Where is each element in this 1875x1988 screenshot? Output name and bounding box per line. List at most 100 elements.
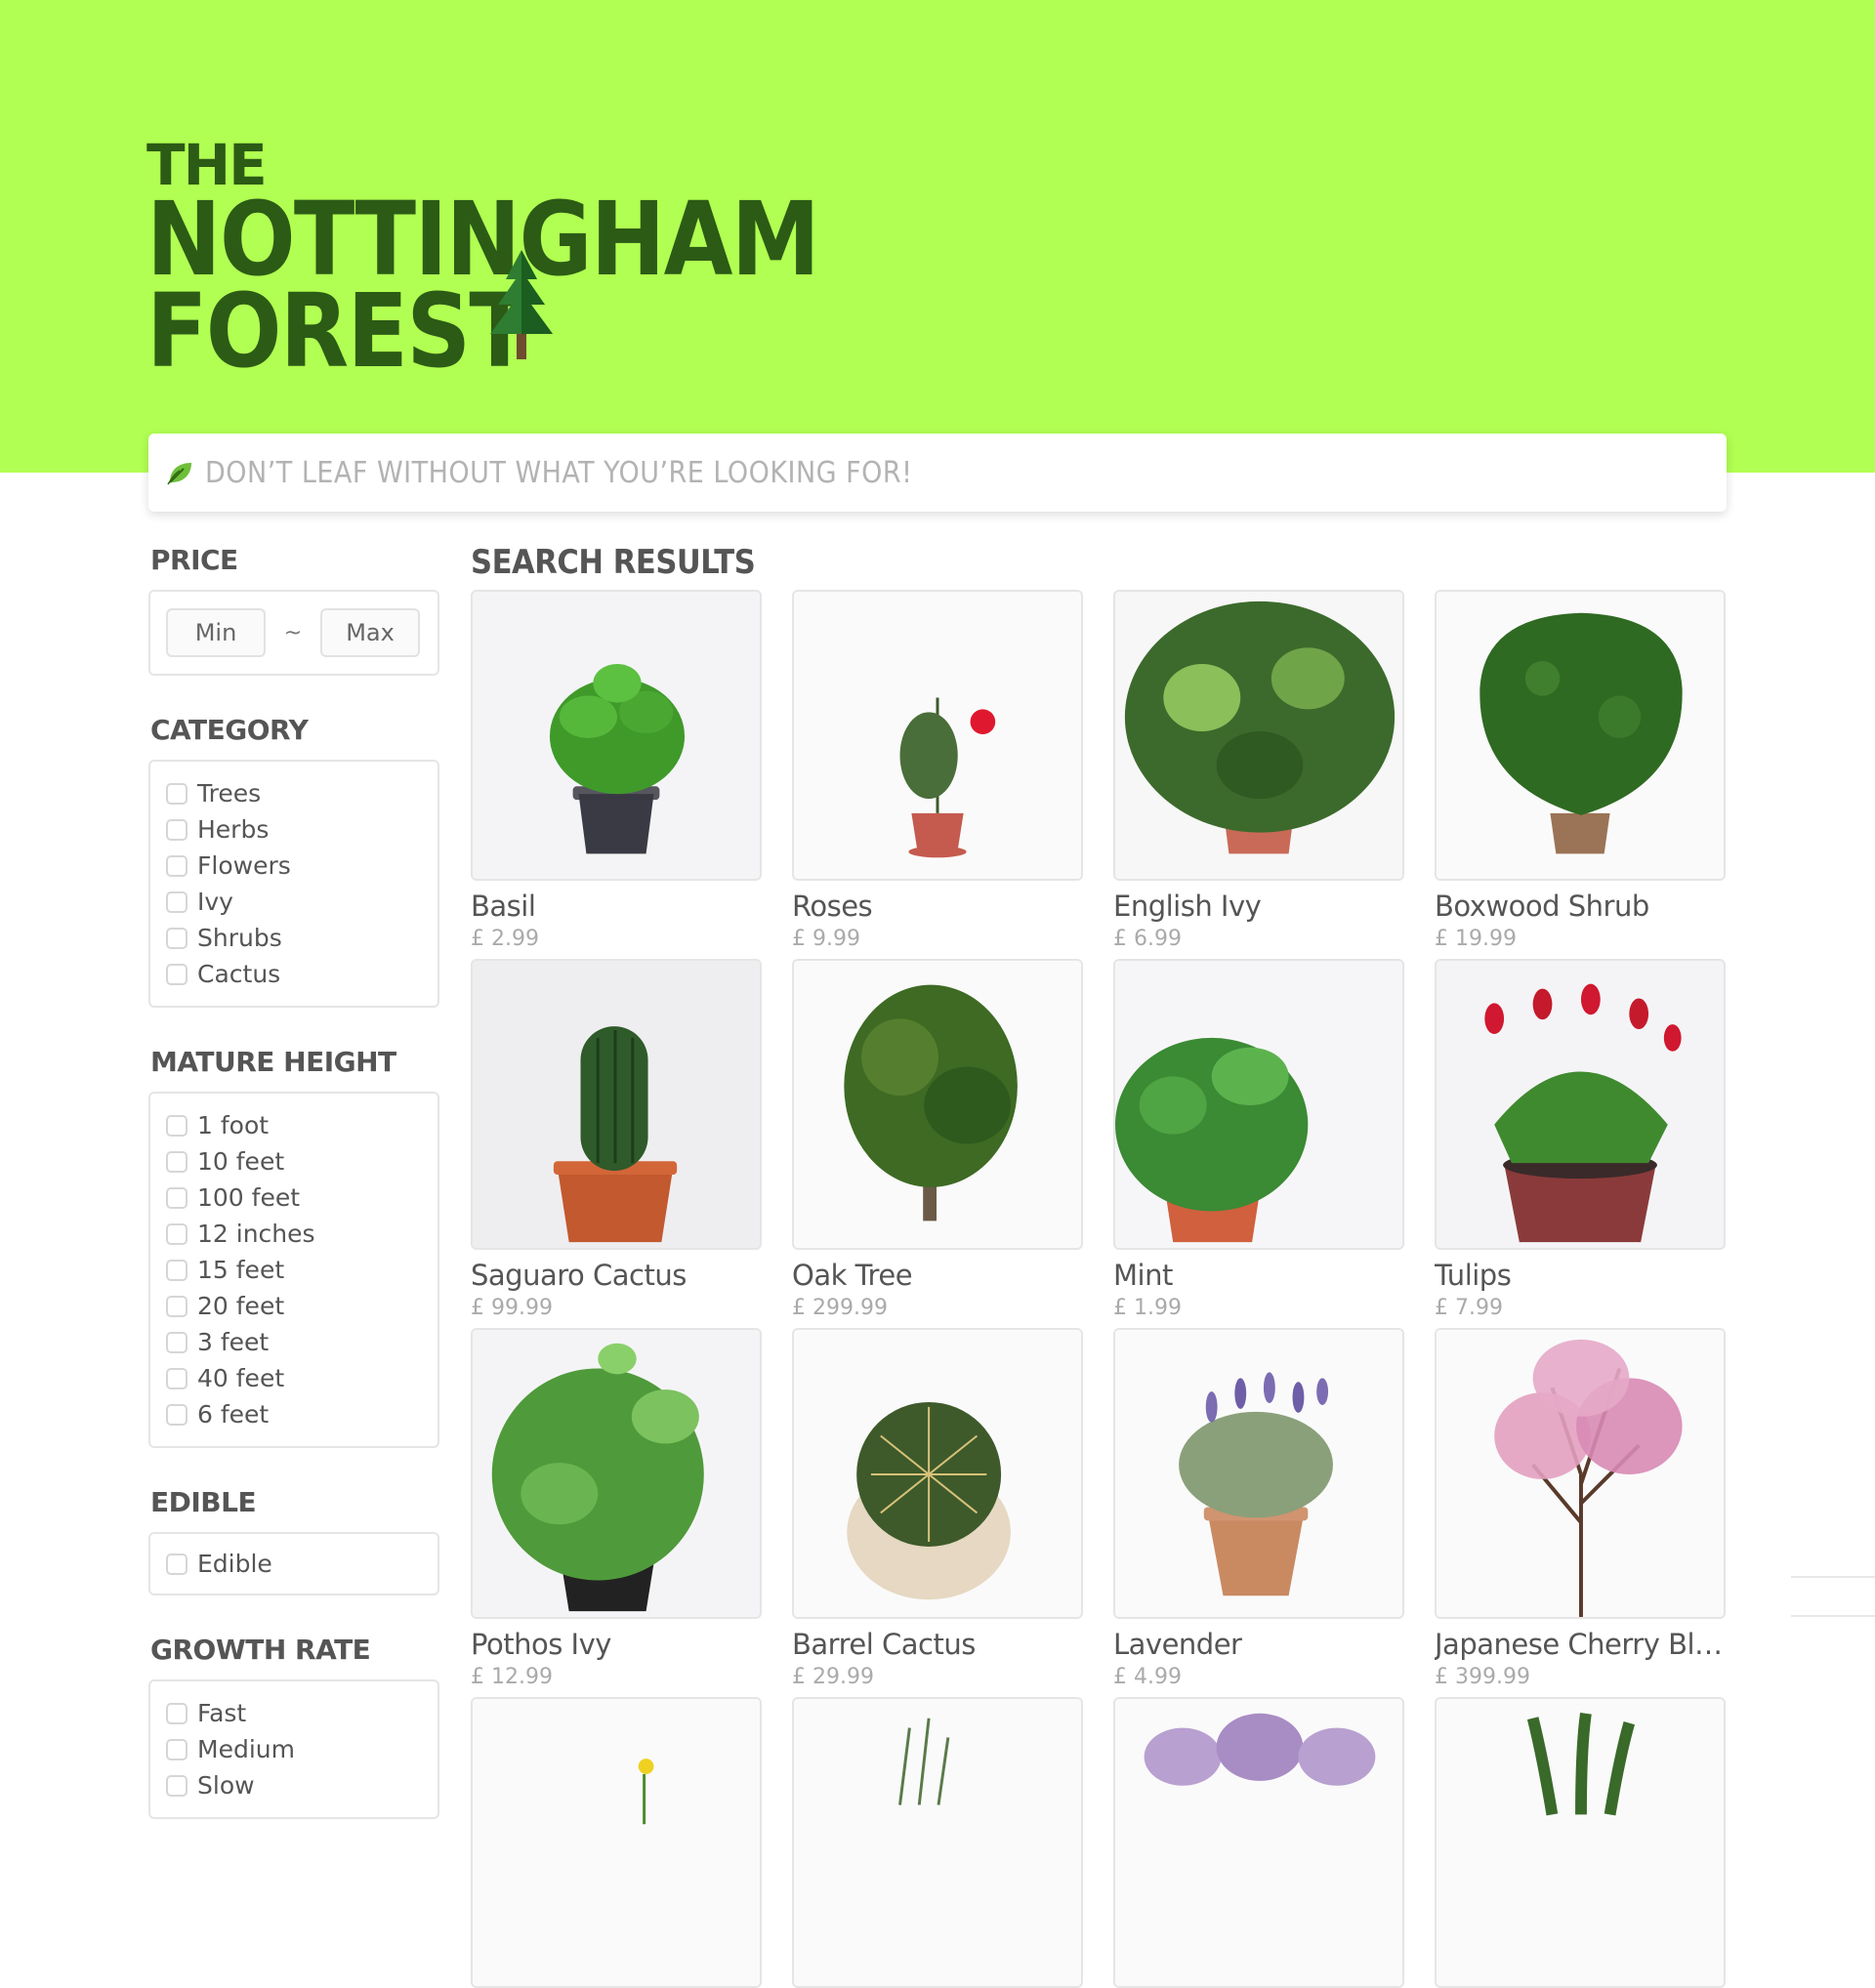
price-max-input[interactable] xyxy=(320,608,420,657)
price-filter: ~ xyxy=(148,590,439,676)
product-name[interactable]: Oak Tree xyxy=(792,1258,1083,1293)
product-image[interactable] xyxy=(792,1328,1083,1619)
product-name[interactable]: Basil xyxy=(471,889,762,924)
mature-height-checkbox[interactable] xyxy=(166,1222,188,1245)
growth-rate-option-label: Medium xyxy=(197,1735,295,1763)
category-option-label: Shrubs xyxy=(197,924,282,952)
product-image[interactable] xyxy=(1113,959,1404,1250)
mature-height-checkbox[interactable] xyxy=(166,1403,188,1426)
category-checkbox[interactable] xyxy=(166,782,188,805)
product-image[interactable] xyxy=(1113,1697,1404,1988)
category-checkbox[interactable] xyxy=(166,890,188,913)
edible-filter-title: EDIBLE xyxy=(150,1486,257,1518)
product-card[interactable]: Boxwood Shrub £ 19.99 xyxy=(1435,590,1726,953)
product-name[interactable]: Japanese Cherry Blos... xyxy=(1435,1627,1726,1662)
search-input[interactable] xyxy=(203,442,1727,503)
product-name[interactable]: Pothos Ivy xyxy=(471,1627,762,1662)
growth-rate-filter: Fast Medium Slow xyxy=(148,1679,439,1819)
product-image[interactable] xyxy=(792,590,1083,881)
product-card[interactable]: Lavender £ 4.99 xyxy=(1113,1328,1404,1691)
mature-height-option[interactable]: 12 inches xyxy=(166,1216,422,1252)
growth-rate-checkbox[interactable] xyxy=(166,1738,188,1760)
mature-height-checkbox[interactable] xyxy=(166,1295,188,1317)
mature-height-option[interactable]: 40 feet xyxy=(166,1360,422,1396)
lilac-photo xyxy=(1115,1699,1402,1986)
growth-rate-checkbox[interactable] xyxy=(166,1702,188,1724)
price-min-input[interactable] xyxy=(166,608,266,657)
product-name[interactable]: Mint xyxy=(1113,1258,1404,1293)
category-option[interactable]: Shrubs xyxy=(166,920,422,956)
product-image[interactable] xyxy=(1113,590,1404,881)
product-card[interactable]: Mint £ 1.99 xyxy=(1113,959,1404,1322)
product-image[interactable] xyxy=(792,959,1083,1250)
product-card[interactable] xyxy=(1435,1697,1726,1988)
product-name[interactable]: Lavender xyxy=(1113,1627,1404,1662)
category-option[interactable]: Ivy xyxy=(166,884,422,920)
product-card[interactable]: English Ivy £ 6.99 xyxy=(1113,590,1404,953)
product-card[interactable] xyxy=(792,1697,1083,1988)
mature-height-checkbox[interactable] xyxy=(166,1259,188,1281)
category-option[interactable]: Cactus xyxy=(166,956,422,992)
category-option[interactable]: Herbs xyxy=(166,811,422,848)
growth-rate-checkbox[interactable] xyxy=(166,1774,188,1797)
product-image[interactable] xyxy=(1435,590,1726,881)
product-image[interactable] xyxy=(471,959,762,1250)
mature-height-option[interactable]: 15 feet xyxy=(166,1252,422,1288)
product-card[interactable]: Roses £ 9.99 xyxy=(792,590,1083,953)
mature-height-checkbox[interactable] xyxy=(166,1114,188,1137)
daffodil-photo xyxy=(473,1699,760,1986)
product-name[interactable]: Tulips xyxy=(1435,1258,1726,1293)
product-image[interactable] xyxy=(1435,1697,1726,1988)
category-checkbox[interactable] xyxy=(166,963,188,985)
product-name[interactable]: Roses xyxy=(792,889,1083,924)
product-card[interactable]: Pothos Ivy £ 12.99 xyxy=(471,1328,762,1691)
mature-height-option-label: 100 feet xyxy=(197,1183,301,1212)
product-name[interactable]: Barrel Cactus xyxy=(792,1627,1083,1662)
mature-height-option[interactable]: 20 feet xyxy=(166,1288,422,1324)
product-card[interactable]: Oak Tree £ 299.99 xyxy=(792,959,1083,1322)
product-image[interactable] xyxy=(1435,959,1726,1250)
product-card[interactable]: Tulips £ 7.99 xyxy=(1435,959,1726,1322)
product-card[interactable]: Barrel Cactus £ 29.99 xyxy=(792,1328,1083,1691)
product-image[interactable] xyxy=(471,590,762,881)
product-card[interactable]: Japanese Cherry Blos... £ 399.99 xyxy=(1435,1328,1726,1691)
product-price: £ 1.99 xyxy=(1113,1296,1182,1320)
edible-option[interactable]: Edible xyxy=(166,1546,422,1582)
growth-rate-option[interactable]: Slow xyxy=(166,1767,422,1803)
product-name[interactable]: Saguaro Cactus xyxy=(471,1258,762,1293)
product-name[interactable]: Boxwood Shrub xyxy=(1435,889,1726,924)
product-image[interactable] xyxy=(1435,1328,1726,1619)
mature-height-option[interactable]: 1 foot xyxy=(166,1107,422,1143)
category-checkbox[interactable] xyxy=(166,854,188,877)
edible-checkbox[interactable] xyxy=(166,1553,188,1575)
side-tab[interactable] xyxy=(1791,1576,1875,1617)
product-card[interactable] xyxy=(1113,1697,1404,1988)
mature-height-option[interactable]: 3 feet xyxy=(166,1324,422,1360)
product-image[interactable] xyxy=(471,1328,762,1619)
category-option[interactable]: Flowers xyxy=(166,848,422,884)
growth-rate-option[interactable]: Medium xyxy=(166,1731,422,1767)
mature-height-option[interactable]: 6 feet xyxy=(166,1396,422,1432)
mature-height-checkbox[interactable] xyxy=(166,1367,188,1389)
mature-height-checkbox[interactable] xyxy=(166,1331,188,1353)
product-card[interactable]: Saguaro Cactus £ 99.99 xyxy=(471,959,762,1322)
mature-height-checkbox[interactable] xyxy=(166,1186,188,1209)
mature-height-option[interactable]: 100 feet xyxy=(166,1180,422,1216)
category-filter: Trees Herbs Flowers Ivy Shrubs Cactus xyxy=(148,760,439,1008)
product-card[interactable] xyxy=(471,1697,762,1988)
growth-rate-option[interactable]: Fast xyxy=(166,1695,422,1731)
product-image[interactable] xyxy=(792,1697,1083,1988)
product-image[interactable] xyxy=(1113,1328,1404,1619)
product-name[interactable]: English Ivy xyxy=(1113,889,1404,924)
mature-height-checkbox[interactable] xyxy=(166,1150,188,1173)
category-checkbox[interactable] xyxy=(166,927,188,949)
category-checkbox[interactable] xyxy=(166,818,188,841)
category-option[interactable]: Trees xyxy=(166,775,422,811)
product-price: £ 299.99 xyxy=(792,1296,888,1320)
product-image[interactable] xyxy=(471,1697,762,1988)
pothos-photo xyxy=(473,1330,760,1617)
product-card[interactable]: Basil £ 2.99 xyxy=(471,590,762,953)
product-price: £ 12.99 xyxy=(471,1665,553,1689)
growth-rate-filter-title: GROWTH RATE xyxy=(150,1634,371,1666)
mature-height-option[interactable]: 10 feet xyxy=(166,1143,422,1180)
